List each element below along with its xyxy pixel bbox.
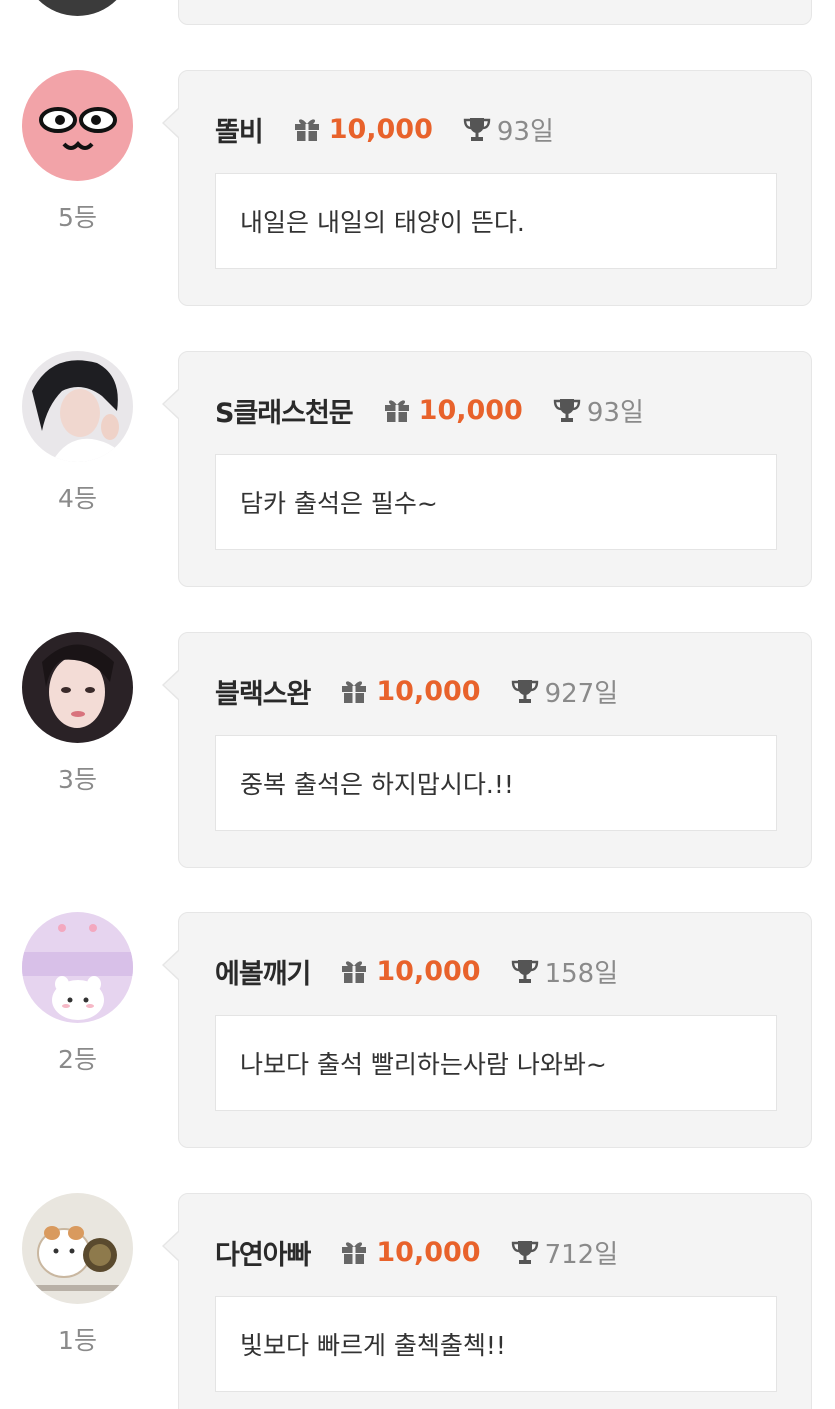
entry-meta: S클래스천문 10,000 93일 xyxy=(215,390,644,430)
avatar[interactable] xyxy=(22,0,133,16)
rank-label: 4등 xyxy=(58,484,97,513)
nickname[interactable]: 에볼깨기 xyxy=(215,952,311,991)
nickname[interactable]: 똘비 xyxy=(215,110,264,149)
streak-days: 927일 xyxy=(544,678,619,709)
entry-meta: 에볼깨기 10,000 158일 xyxy=(215,951,618,991)
attendance-entry: 1등 다연아빠 10,000 712일 빛보다 빠르게 출첵출첵!! xyxy=(0,1193,835,1409)
attendance-entry: 2등 에볼깨기 10,000 158일 나보다 출석 빨리하는사람 나와봐~ xyxy=(0,912,835,1148)
gift-icon xyxy=(383,397,411,423)
points-value: 10,000 xyxy=(376,675,481,707)
comment-card: 다연아빠 10,000 712일 빛보다 빠르게 출첵출첵!! xyxy=(162,1193,812,1409)
points-value: 10,000 xyxy=(376,1236,481,1268)
gift-icon xyxy=(340,678,368,704)
trophy-icon xyxy=(511,677,539,705)
comment-text: 빛보다 빠르게 출첵출첵!! xyxy=(215,1296,777,1392)
points-value: 10,000 xyxy=(328,113,433,145)
comment-card: 블랙스완 10,000 927일 중복 출석은 하지맙시다.!! xyxy=(162,632,812,868)
trophy-icon xyxy=(463,115,491,143)
streak-days: 93일 xyxy=(586,397,644,428)
comment-card: 에볼깨기 10,000 158일 나보다 출석 빨리하는사람 나와봐~ xyxy=(162,912,812,1148)
entry-meta: 블랙스완 10,000 927일 xyxy=(215,671,618,711)
streak-days: 93일 xyxy=(496,116,554,147)
avatar[interactable] xyxy=(22,70,133,181)
trophy-icon xyxy=(511,1238,539,1266)
rank-label: 5등 xyxy=(58,203,97,232)
nickname[interactable]: 블랙스완 xyxy=(215,672,311,711)
comment-card: 똘비 10,000 93일 내일은 내일의 태양이 뜬다. xyxy=(162,70,812,306)
avatar[interactable] xyxy=(22,1193,133,1304)
avatar[interactable] xyxy=(22,632,133,743)
comment-text: 중복 출석은 하지맙시다.!! xyxy=(215,735,777,831)
attendance-list: 5등 똘비 10,000 93일 내일은 내일의 태양이 뜬다. 4등 S클래스… xyxy=(0,0,835,1409)
attendance-entry: 5등 똘비 10,000 93일 내일은 내일의 태양이 뜬다. xyxy=(0,70,835,306)
comment-card: S클래스천문 10,000 93일 담카 출석은 필수~ xyxy=(162,351,812,587)
trophy-icon xyxy=(511,957,539,985)
comment-text: 담카 출석은 필수~ xyxy=(215,454,777,550)
rank-label: 2등 xyxy=(58,1045,97,1074)
points-value: 10,000 xyxy=(418,394,523,426)
comment-card xyxy=(178,0,812,25)
rank-label: 3등 xyxy=(58,765,97,794)
points-value: 10,000 xyxy=(376,955,481,987)
streak-days: 158일 xyxy=(544,958,619,989)
gift-icon xyxy=(340,958,368,984)
nickname[interactable]: 다연아빠 xyxy=(215,1233,311,1272)
avatar[interactable] xyxy=(22,351,133,462)
entry-meta: 다연아빠 10,000 712일 xyxy=(215,1232,618,1272)
entry-meta: 똘비 10,000 93일 xyxy=(215,109,554,149)
comment-text: 내일은 내일의 태양이 뜬다. xyxy=(215,173,777,269)
comment-text: 나보다 출석 빨리하는사람 나와봐~ xyxy=(215,1015,777,1111)
gift-icon xyxy=(293,116,321,142)
gift-icon xyxy=(340,1239,368,1265)
nickname[interactable]: S클래스천문 xyxy=(215,391,354,430)
rank-label: 1등 xyxy=(58,1326,97,1355)
attendance-entry: 4등 S클래스천문 10,000 93일 담카 출석은 필수~ xyxy=(0,351,835,587)
trophy-icon xyxy=(553,396,581,424)
avatar[interactable] xyxy=(22,912,133,1023)
attendance-entry: 3등 블랙스완 10,000 927일 중복 출석은 하지맙시다.!! xyxy=(0,632,835,868)
streak-days: 712일 xyxy=(544,1239,619,1270)
